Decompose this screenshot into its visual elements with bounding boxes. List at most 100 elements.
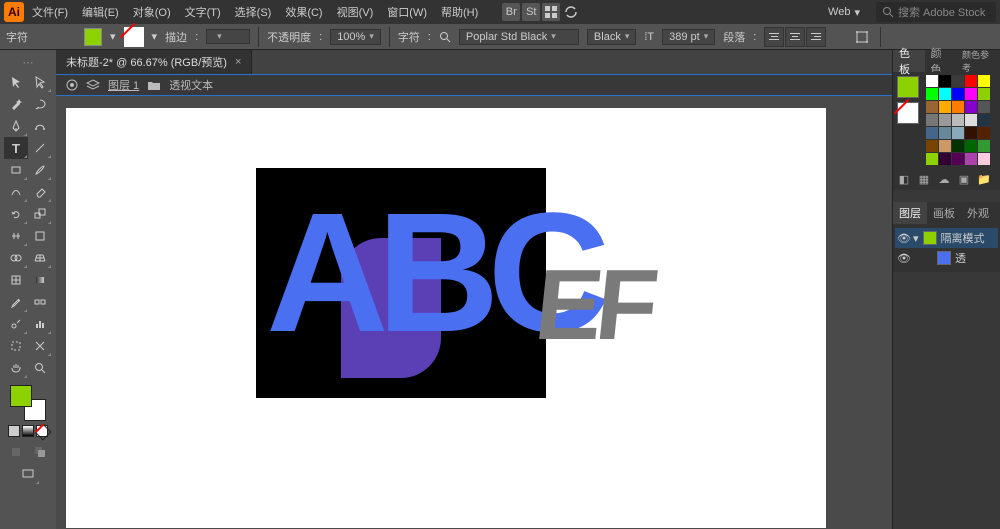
curvature-tool[interactable] [28,115,52,137]
rectangle-tool[interactable] [4,159,28,181]
menu-object[interactable]: 对象(O) [127,2,177,22]
direct-selection-tool[interactable] [28,71,52,93]
swatch[interactable] [978,114,990,126]
swatch[interactable] [926,153,938,165]
swatch[interactable] [926,101,938,113]
free-transform-tool[interactable] [28,225,52,247]
pen-tool[interactable] [4,115,28,137]
current-swatch[interactable] [897,76,919,98]
align-center-button[interactable] [785,27,805,47]
text-ef[interactable]: EF [530,248,658,363]
swatch[interactable] [952,140,964,152]
artboard[interactable]: ABC EF [66,108,826,528]
selection-tool[interactable] [4,71,28,93]
artboard-tool[interactable] [4,335,28,357]
layer-item[interactable]: 透视文本 [169,77,213,93]
menu-view[interactable]: 视图(V) [331,2,380,22]
show-kinds-icon[interactable]: ▦ [917,172,931,186]
swatch[interactable] [926,140,938,152]
swatch[interactable] [926,127,938,139]
shape-builder-tool[interactable] [4,247,28,269]
hand-tool[interactable] [4,357,28,379]
screen-mode[interactable] [16,463,40,485]
bridge-icon[interactable]: Br [502,3,520,21]
tab-appearance[interactable]: 外观 [961,202,995,224]
swatch[interactable] [978,101,990,113]
chevron-down-icon[interactable]: ▾ [152,30,158,43]
swatch[interactable] [952,153,964,165]
menu-type[interactable]: 文字(T) [179,2,227,22]
swatch[interactable] [978,75,990,87]
expand-icon[interactable]: ▾ [913,232,919,245]
swatch[interactable] [978,127,990,139]
swatch[interactable] [939,127,951,139]
fill-color[interactable] [10,385,32,407]
gradient-mode[interactable] [22,425,34,437]
width-tool[interactable] [4,225,28,247]
menu-edit[interactable]: 编辑(E) [76,2,125,22]
layers-icon[interactable] [86,79,100,91]
swatch[interactable] [926,114,938,126]
tab-color-guide[interactable]: 颜色参考 [956,50,1000,72]
layer-row[interactable]: 👁 透 [895,248,998,268]
magic-wand-tool[interactable] [4,93,28,115]
swatch-options-icon[interactable]: ▣ [957,172,971,186]
swatch[interactable] [965,88,977,100]
blend-tool[interactable] [28,291,52,313]
target-icon[interactable] [66,79,78,91]
menu-file[interactable]: 文件(F) [26,2,74,22]
menu-effect[interactable]: 效果(C) [279,2,328,22]
document-tab[interactable]: 未标题-2* @ 66.67% (RGB/预览) × [56,50,252,74]
swatch[interactable] [965,127,977,139]
no-fill-icon[interactable] [124,27,144,47]
zoom-tool[interactable] [28,357,52,379]
swatch[interactable] [978,88,990,100]
shaper-tool[interactable] [4,181,28,203]
menu-help[interactable]: 帮助(H) [435,2,484,22]
panel-grip[interactable]: ⋯ [0,54,56,71]
layer-row[interactable]: 👁 ▾ 隔离模式 [895,228,998,248]
cloud-icon[interactable]: ☁ [937,172,951,186]
swatch[interactable] [978,153,990,165]
gradient-tool[interactable] [28,269,52,291]
visibility-icon[interactable]: 👁 [897,232,909,245]
slice-tool[interactable] [28,335,52,357]
perspective-grid-tool[interactable] [28,247,52,269]
none-mode[interactable] [36,425,48,437]
menu-select[interactable]: 选择(S) [229,2,278,22]
swatch[interactable] [939,114,951,126]
color-picker[interactable] [10,385,46,421]
transform-button[interactable] [852,27,872,47]
align-right-button[interactable] [806,27,826,47]
swatch[interactable] [939,153,951,165]
search-icon[interactable] [439,31,451,43]
search-stock[interactable]: 搜索 Adobe Stock [876,2,996,22]
font-size-input[interactable]: 389 pt▾ [662,29,715,45]
paintbrush-tool[interactable] [28,159,52,181]
swatch[interactable] [939,140,951,152]
font-family-dropdown[interactable]: Poplar Std Black▾ [459,29,579,45]
tab-swatches[interactable]: 色板 [893,50,925,72]
chevron-down-icon[interactable]: ▾ [110,30,116,43]
fill-swatch[interactable] [84,28,102,46]
line-tool[interactable] [28,137,52,159]
swatch[interactable] [952,88,964,100]
rotate-tool[interactable] [4,203,28,225]
swatch[interactable] [965,101,977,113]
swatch[interactable] [965,75,977,87]
library-menu-icon[interactable]: ◧ [897,172,911,186]
swatch[interactable] [965,114,977,126]
swatch[interactable] [939,101,951,113]
graph-tool[interactable] [28,313,52,335]
swatch[interactable] [939,88,951,100]
swatch[interactable] [952,101,964,113]
layer-name[interactable]: 透 [955,250,966,266]
stock-icon[interactable]: St [522,3,540,21]
arrange-icon[interactable] [542,3,560,21]
workspace-switcher[interactable]: Web ▾ [822,4,866,21]
none-swatch[interactable] [897,102,919,124]
close-icon[interactable]: × [235,56,241,68]
type-tool[interactable]: T [4,137,28,159]
eyedropper-tool[interactable] [4,291,28,313]
scale-tool[interactable] [28,203,52,225]
